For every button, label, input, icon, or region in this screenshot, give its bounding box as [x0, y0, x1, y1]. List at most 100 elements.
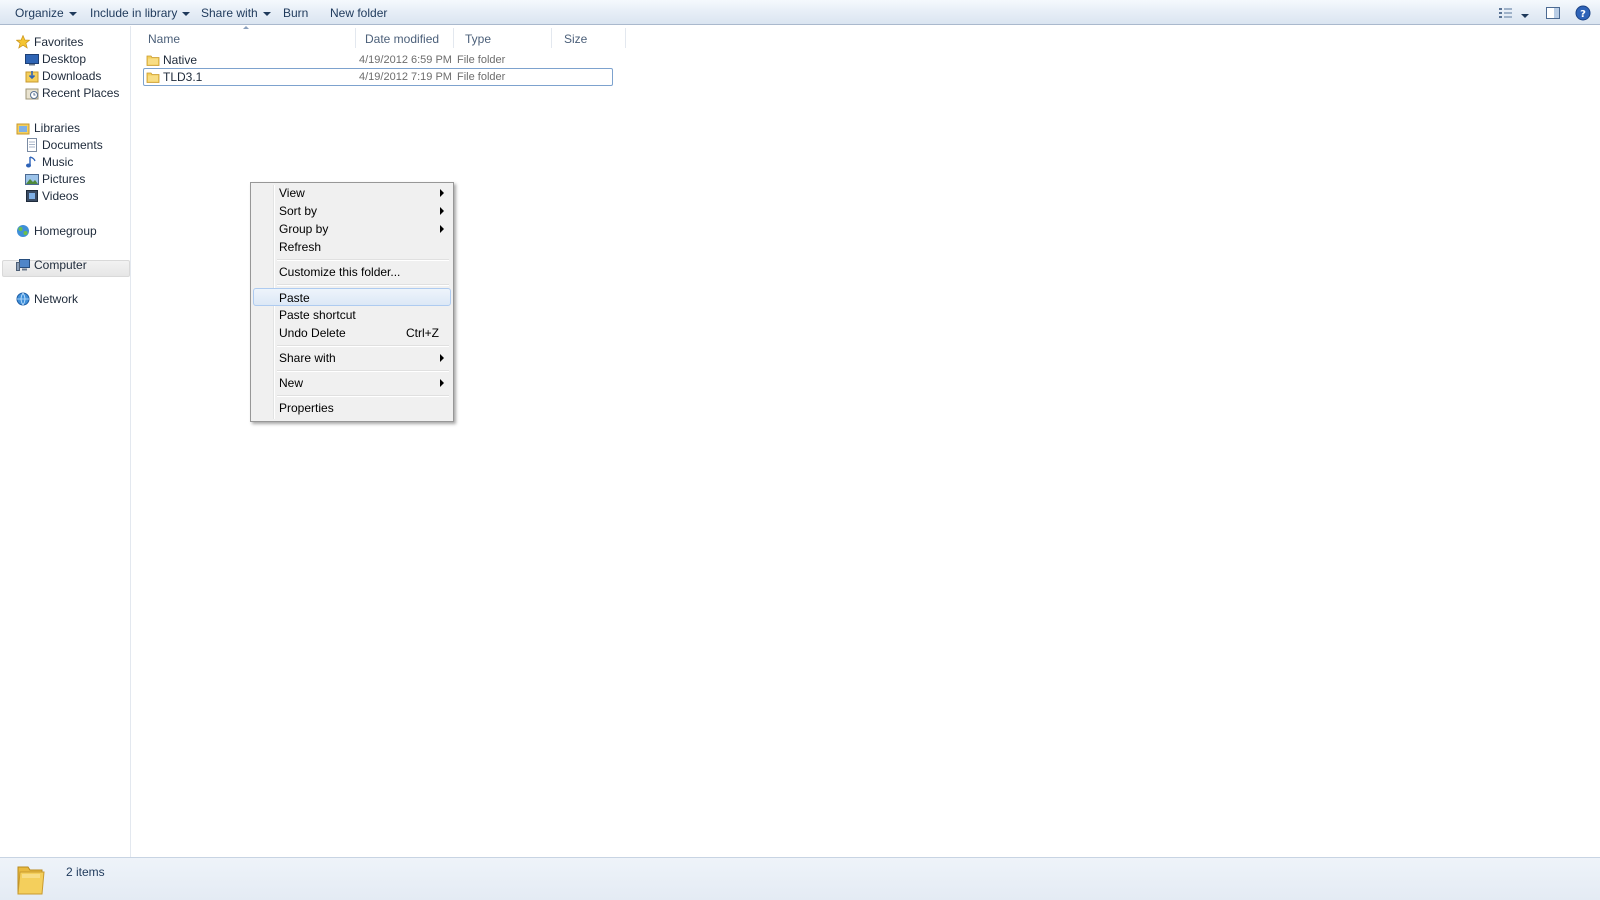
nav-videos[interactable]: Videos	[26, 188, 78, 205]
homegroup-icon	[16, 224, 30, 238]
menu-item-label: Refresh	[279, 240, 322, 254]
folder-icon	[146, 53, 160, 67]
menu-item-undo-delete[interactable]: Undo Delete Ctrl+Z	[253, 324, 451, 342]
submenu-arrow-icon	[440, 225, 444, 233]
libraries-icon	[16, 121, 30, 135]
menu-item-customize-folder[interactable]: Customize this folder...	[253, 263, 451, 281]
menu-item-label: Paste shortcut	[279, 308, 356, 322]
nav-pictures[interactable]: Pictures	[25, 171, 86, 188]
menu-item-new[interactable]: New	[253, 374, 451, 392]
menu-item-view[interactable]: View	[253, 184, 451, 202]
file-row-tld3-1[interactable]: TLD3.1 4/19/2012 7:19 PM File folder	[143, 68, 613, 86]
menu-item-label: View	[279, 186, 305, 200]
menu-item-label: Paste	[279, 291, 310, 305]
file-date-modified: 4/19/2012 6:59 PM	[359, 54, 452, 66]
nav-computer[interactable]: Computer	[16, 257, 87, 274]
include-in-library-button[interactable]: Include in library	[90, 5, 191, 21]
column-header-date-modified[interactable]: Date modified	[365, 30, 439, 48]
folder-icon	[15, 863, 47, 897]
menu-item-properties[interactable]: Properties	[253, 399, 451, 417]
burn-label: Burn	[283, 6, 309, 20]
nav-homegroup-label: Homegroup	[34, 224, 97, 238]
nav-network-label: Network	[34, 292, 79, 306]
nav-recent-places-label: Recent Places	[42, 86, 120, 100]
submenu-arrow-icon	[440, 207, 444, 215]
svg-text:?: ?	[1580, 9, 1586, 20]
nav-desktop[interactable]: Desktop	[25, 51, 87, 68]
item-count: 2 items	[66, 865, 105, 879]
column-divider[interactable]	[551, 28, 552, 48]
file-name: TLD3.1	[163, 70, 203, 84]
nav-music[interactable]: Music	[26, 154, 74, 171]
menu-item-label: Properties	[279, 401, 334, 415]
chevron-down-icon	[68, 11, 77, 16]
chevron-down-icon	[182, 11, 191, 16]
burn-button[interactable]: Burn	[283, 5, 308, 21]
file-type: File folder	[457, 54, 506, 66]
menu-separator	[277, 345, 449, 347]
nav-documents-label: Documents	[42, 138, 103, 152]
menu-item-share-with[interactable]: Share with	[253, 349, 451, 367]
column-divider[interactable]	[453, 28, 454, 48]
folder-icon	[146, 70, 160, 84]
view-options-icon[interactable]	[1498, 5, 1514, 21]
nav-desktop-label: Desktop	[42, 52, 87, 66]
recent-places-icon	[25, 86, 39, 100]
menu-item-paste-shortcut[interactable]: Paste shortcut	[253, 306, 451, 324]
nav-recent-places[interactable]: Recent Places	[25, 85, 120, 102]
documents-icon	[25, 138, 39, 152]
column-header-name[interactable]: Name	[148, 30, 180, 48]
videos-icon	[25, 189, 39, 203]
menu-item-label: Group by	[279, 222, 329, 236]
nav-downloads[interactable]: Downloads	[25, 68, 102, 85]
nav-downloads-label: Downloads	[42, 69, 102, 83]
submenu-arrow-icon	[440, 189, 444, 197]
details-pane: 2 items	[0, 857, 1600, 900]
file-row-native[interactable]: Native 4/19/2012 6:59 PM File folder	[143, 51, 613, 69]
menu-item-label: Share with	[279, 351, 336, 365]
menu-item-refresh[interactable]: Refresh	[253, 238, 451, 256]
network-icon	[16, 292, 30, 306]
menu-separator	[277, 395, 449, 397]
column-divider[interactable]	[625, 28, 626, 48]
desktop-icon	[25, 52, 39, 66]
menu-item-label: Customize this folder...	[279, 265, 401, 279]
context-menu: View Sort by Group by Refresh Customize …	[250, 182, 454, 422]
nav-favorites[interactable]: Favorites	[15, 34, 84, 51]
chevron-down-icon	[262, 11, 271, 16]
new-folder-label: New folder	[330, 6, 388, 20]
organize-label: Organize	[15, 6, 64, 20]
share-with-label: Share with	[201, 6, 258, 20]
menu-item-paste[interactable]: Paste	[253, 288, 451, 306]
new-folder-button[interactable]: New folder	[330, 5, 387, 21]
share-with-button[interactable]: Share with	[201, 5, 271, 21]
nav-network[interactable]: Network	[16, 291, 79, 308]
menu-item-label: Sort by	[279, 204, 318, 218]
preview-pane-icon[interactable]	[1545, 5, 1561, 21]
menu-separator	[277, 259, 449, 261]
nav-pictures-label: Pictures	[42, 172, 86, 186]
column-header-size[interactable]: Size	[564, 30, 587, 48]
organize-button[interactable]: Organize	[15, 5, 77, 21]
nav-music-label: Music	[42, 155, 74, 169]
nav-computer-label: Computer	[34, 258, 87, 272]
nav-favorites-label: Favorites	[34, 35, 84, 49]
file-list-view[interactable]: Name Date modified Type Size Native 4/19…	[132, 26, 1600, 857]
menu-item-label: New	[279, 376, 304, 390]
nav-homegroup[interactable]: Homegroup	[17, 223, 97, 240]
menu-item-sort-by[interactable]: Sort by	[253, 202, 451, 220]
menu-item-group-by[interactable]: Group by	[253, 220, 451, 238]
nav-documents[interactable]: Documents	[27, 137, 103, 154]
nav-libraries[interactable]: Libraries	[16, 120, 80, 137]
music-icon	[25, 155, 39, 169]
column-header-type[interactable]: Type	[465, 30, 491, 48]
menu-item-label: Undo Delete	[279, 326, 346, 340]
computer-icon	[16, 258, 30, 272]
column-divider[interactable]	[355, 28, 356, 48]
help-icon[interactable]: ?	[1575, 5, 1591, 21]
downloads-icon	[25, 69, 39, 83]
submenu-arrow-icon	[440, 379, 444, 387]
menu-separator	[277, 284, 449, 286]
view-options-dropdown[interactable]	[1519, 5, 1529, 21]
star-icon	[15, 34, 31, 49]
